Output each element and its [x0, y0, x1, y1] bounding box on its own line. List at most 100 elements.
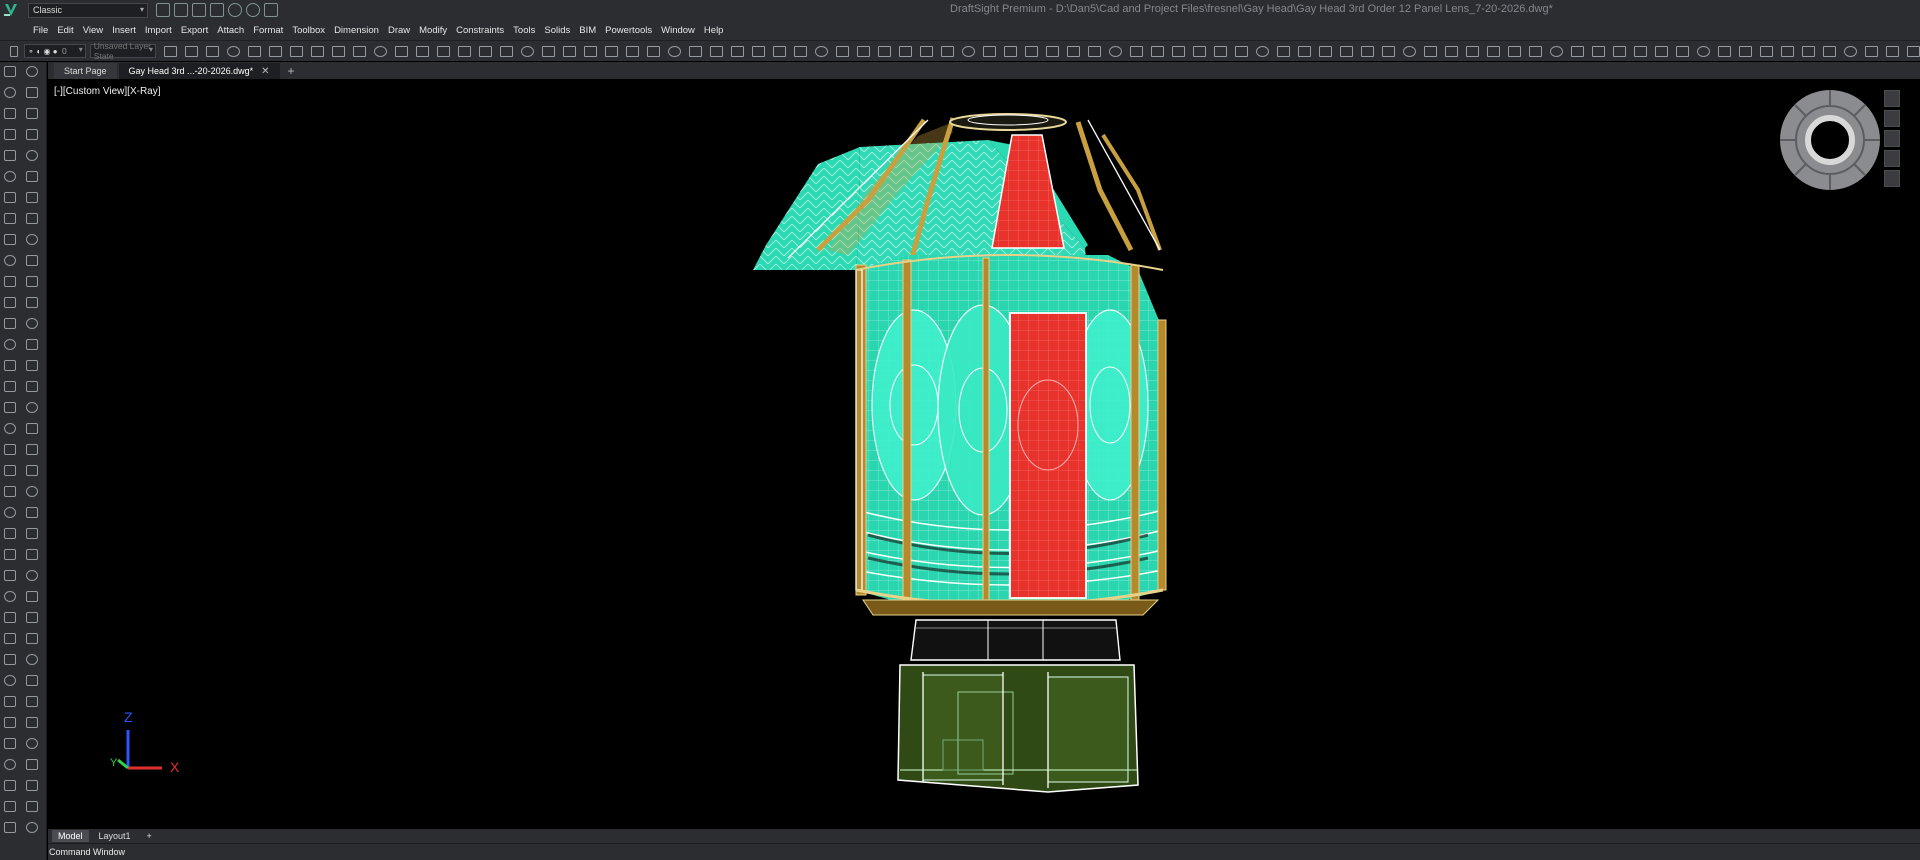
- menu-powertools[interactable]: Powertools: [605, 25, 652, 36]
- left-tool-icon[interactable]: [26, 108, 38, 119]
- toolbar-tool-icon[interactable]: [1717, 45, 1731, 57]
- toolbar-tool-icon[interactable]: [310, 45, 324, 57]
- view-3d-button[interactable]: [1884, 130, 1900, 147]
- left-tool-icon[interactable]: [4, 696, 16, 707]
- left-tool-icon[interactable]: [26, 591, 38, 602]
- toolbar-tool-icon[interactable]: [226, 45, 240, 57]
- open-file-icon[interactable]: [174, 3, 188, 17]
- toolbar-tool-icon[interactable]: [1696, 45, 1710, 57]
- left-tool-icon[interactable]: [26, 87, 38, 98]
- menu-draw[interactable]: Draw: [388, 25, 410, 36]
- left-tool-icon[interactable]: [4, 87, 16, 98]
- left-tool-icon[interactable]: [26, 444, 38, 455]
- left-tool-icon[interactable]: [4, 633, 16, 644]
- left-tool-icon[interactable]: [26, 801, 38, 812]
- toolbar-tool-icon[interactable]: [709, 45, 723, 57]
- save-icon[interactable]: [192, 3, 206, 17]
- toolbar-tool-icon[interactable]: [1171, 45, 1185, 57]
- toolbar-tool-icon[interactable]: [793, 45, 807, 57]
- toolbar-tool-icon[interactable]: [1087, 45, 1101, 57]
- left-tool-icon[interactable]: [26, 486, 38, 497]
- left-tool-icon[interactable]: [4, 444, 16, 455]
- command-window[interactable]: Command Window: [48, 843, 1920, 860]
- toolbar-tool-icon[interactable]: [604, 45, 618, 57]
- left-tool-icon[interactable]: [26, 423, 38, 434]
- toolbar-tool-icon[interactable]: [919, 45, 933, 57]
- toolbar-tool-icon[interactable]: [1297, 45, 1311, 57]
- toolbar-tool-icon[interactable]: [499, 45, 513, 57]
- toolbar-tool-icon[interactable]: [1024, 45, 1038, 57]
- left-tool-icon[interactable]: [26, 717, 38, 728]
- left-tool-icon[interactable]: [26, 738, 38, 749]
- menu-export[interactable]: Export: [181, 25, 208, 36]
- left-tool-icon[interactable]: [4, 108, 16, 119]
- toolbar-tool-icon[interactable]: [772, 45, 786, 57]
- menu-bim[interactable]: BIM: [579, 25, 596, 36]
- toolbar-tool-icon[interactable]: [247, 45, 261, 57]
- toolbar-tool-icon[interactable]: [1045, 45, 1059, 57]
- toolbar-tool-icon[interactable]: [877, 45, 891, 57]
- toolbar-tool-icon[interactable]: [961, 45, 975, 57]
- left-tool-icon[interactable]: [26, 66, 38, 77]
- toolbar-tool-icon[interactable]: [1570, 45, 1584, 57]
- toolbar-tool-icon[interactable]: [1675, 45, 1689, 57]
- toolbar-tool-icon[interactable]: [1360, 45, 1374, 57]
- toolbar-tool-icon[interactable]: [814, 45, 828, 57]
- toolbar-tool-icon[interactable]: [646, 45, 660, 57]
- toolbar-tool-icon[interactable]: [1402, 45, 1416, 57]
- toolbar-tool-icon[interactable]: [1591, 45, 1605, 57]
- left-tool-icon[interactable]: [26, 696, 38, 707]
- app-logo-icon[interactable]: [0, 0, 22, 20]
- toolbar-tool-icon[interactable]: [1801, 45, 1815, 57]
- toolbar-tool-icon[interactable]: [1507, 45, 1521, 57]
- left-tool-icon[interactable]: [4, 759, 16, 770]
- toolbar-tool-icon[interactable]: [1003, 45, 1017, 57]
- layer-state-select[interactable]: Unsaved Layer State ▾: [89, 41, 156, 61]
- toolbar-tool-icon[interactable]: [163, 45, 177, 57]
- tab-start-page[interactable]: Start Page: [54, 63, 117, 79]
- toolbar-tool-icon[interactable]: [1633, 45, 1647, 57]
- left-tool-icon[interactable]: [4, 276, 16, 287]
- left-tool-icon[interactable]: [4, 129, 16, 140]
- left-tool-icon[interactable]: [4, 402, 16, 413]
- left-tool-icon[interactable]: [26, 234, 38, 245]
- new-file-icon[interactable]: [156, 3, 170, 17]
- left-tool-icon[interactable]: [4, 507, 16, 518]
- left-tool-icon[interactable]: [4, 255, 16, 266]
- toolbar-tool-icon[interactable]: [541, 45, 555, 57]
- view-home-button[interactable]: [1884, 90, 1900, 107]
- toolbar-tool-icon[interactable]: [205, 45, 219, 57]
- toolbar-tool-icon[interactable]: [562, 45, 576, 57]
- left-tool-icon[interactable]: [4, 654, 16, 665]
- toolbar-tool-icon[interactable]: [1255, 45, 1269, 57]
- left-tool-icon[interactable]: [4, 717, 16, 728]
- toolbar-tool-icon[interactable]: [940, 45, 954, 57]
- left-tool-icon[interactable]: [26, 759, 38, 770]
- left-tool-icon[interactable]: [4, 360, 16, 371]
- left-tool-icon[interactable]: [26, 612, 38, 623]
- toolbar-tool-icon[interactable]: [1654, 45, 1668, 57]
- left-tool-icon[interactable]: [26, 570, 38, 581]
- toolbar-tool-icon[interactable]: [436, 45, 450, 57]
- toolbar-tool-icon[interactable]: [835, 45, 849, 57]
- menu-edit[interactable]: Edit: [57, 25, 73, 36]
- left-tool-icon[interactable]: [26, 192, 38, 203]
- view-orbit-button[interactable]: [1884, 170, 1900, 187]
- toolbar-tool-icon[interactable]: [1150, 45, 1164, 57]
- tab-model[interactable]: Model: [52, 830, 89, 842]
- left-tool-icon[interactable]: [26, 402, 38, 413]
- left-tool-icon[interactable]: [26, 360, 38, 371]
- left-tool-icon[interactable]: [4, 171, 16, 182]
- left-tool-icon[interactable]: [26, 255, 38, 266]
- view-zoom-button[interactable]: [1884, 150, 1900, 167]
- menu-attach[interactable]: Attach: [217, 25, 244, 36]
- left-tool-icon[interactable]: [26, 276, 38, 287]
- left-tool-icon[interactable]: [26, 318, 38, 329]
- left-tool-icon[interactable]: [4, 801, 16, 812]
- layer-select[interactable]: ⚬ ◐ ◉ ● 0 ▾: [23, 44, 86, 58]
- left-tool-icon[interactable]: [26, 528, 38, 539]
- left-tool-icon[interactable]: [26, 213, 38, 224]
- add-layout-button[interactable]: +: [141, 830, 158, 842]
- left-tool-icon[interactable]: [26, 339, 38, 350]
- toolbar-tool-icon[interactable]: [520, 45, 534, 57]
